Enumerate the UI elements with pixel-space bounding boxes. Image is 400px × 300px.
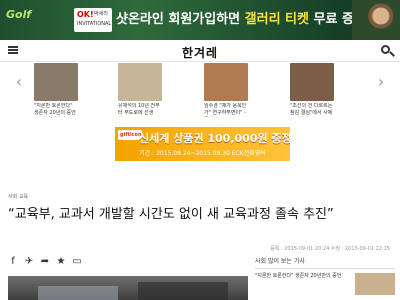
ad-person-image: [352, 0, 400, 40]
prev-arrow-icon[interactable]: ‹: [8, 63, 30, 101]
ad-brand: Golf: [6, 8, 32, 21]
bookmark-star-icon[interactable]: ★: [56, 257, 66, 267]
next-arrow-icon[interactable]: ›: [370, 63, 392, 101]
news-caption: 임수경 "제가 용북인가" 연구하부면이" - 국감: [204, 103, 247, 116]
popular-item[interactable]: "지론만 토론한다" 생존자 20년만의 증언: [255, 273, 395, 295]
section-label[interactable]: 사회 교육: [8, 193, 28, 200]
article-title: “교육부, 교과서 개발할 시간도 없이 새 교육과정 졸속 추진”: [8, 207, 334, 222]
article-image: [8, 276, 248, 300]
news-card[interactable]: "지론만 토론한다" 생존자 20년의 증언 "잊지지 않았다": [34, 63, 78, 121]
popular-item-text: "지론만 토론한다" 생존자 20년만의 증언: [255, 273, 342, 279]
ad-headline: 샷온라인 회원가입하면 갤러리 티켓 무료 증정: [116, 12, 366, 27]
news-thumb: [204, 63, 248, 101]
news-thumb: [118, 63, 162, 101]
news-thumb: [290, 63, 334, 101]
print-icon[interactable]: ▭: [72, 257, 82, 267]
search-icon[interactable]: [381, 45, 390, 54]
news-card[interactable]: 임수경 "제가 용북인가" 연구하부면이" - 국감: [204, 63, 248, 121]
ad-sub-text: 기간 : 2015.08.24~2015.09.30 ECK전화영어: [139, 150, 266, 157]
popular-heading: 사회 많이 보는 기사: [255, 256, 395, 269]
popular-item-thumb: [355, 273, 395, 295]
news-caption: "조선의 건 다르르는 참감 결심"에서 사제고발한다: [290, 103, 333, 116]
facebook-icon[interactable]: f: [8, 257, 18, 267]
news-thumb: [34, 63, 78, 101]
gift-ad-banner[interactable]: gifticon 신세계 상품권 100,000원 증정! 기간 : 2015.…: [115, 127, 290, 161]
top-banner-ad[interactable]: Golf OK! INVITATIONAL 박세리 샷온라인 회원가입하면 갤러…: [0, 0, 400, 40]
share-icon[interactable]: ➦: [40, 257, 50, 267]
site-logo[interactable]: 한겨레: [0, 44, 400, 61]
ad-main-text: 신세계 상품권 100,000원 증정!: [139, 132, 290, 145]
news-caption: "지론만 토론한다" 생존자 20년의 증언 "잊지지 않았다": [34, 103, 76, 116]
article-dates: 등록 : 2015-09-01 20:24 수정 : 2015-09-01 22…: [270, 246, 390, 252]
news-card[interactable]: "조선의 건 다르르는 참감 결심"에서 사제고발한다: [290, 63, 334, 121]
ad-name: 박세리: [94, 11, 108, 17]
site-header: 한겨레: [0, 40, 400, 62]
news-strip: ‹ "지론만 토론한다" 생존자 20년의 증언 "잊지지 않았다" 유재석의 …: [0, 63, 400, 121]
share-toolbar: f ✈ ➦ ★ ▭: [8, 257, 81, 269]
news-caption: 유재석의 10년 전부터 무도로에 선생님...: [118, 103, 160, 116]
news-card[interactable]: 유재석의 10년 전부터 무도로에 선생님...: [118, 63, 162, 121]
twitter-icon[interactable]: ✈: [24, 257, 34, 267]
popular-articles: 사회 많이 보는 기사 "지론만 토론한다" 생존자 20년만의 증언: [255, 256, 395, 295]
